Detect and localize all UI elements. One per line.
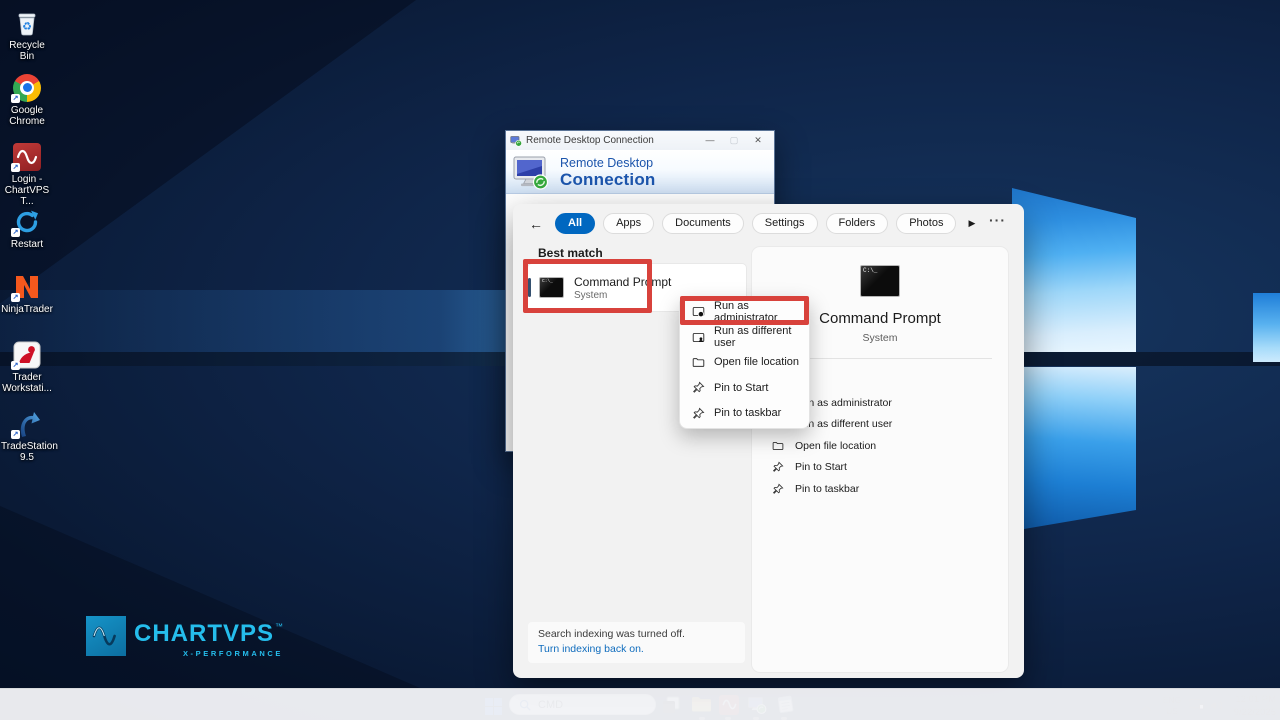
desktop-icon-label: Trader Workstati...: [1, 372, 53, 394]
shortcut-arrow-icon: ↗: [11, 228, 20, 237]
desktop-icon-trader-workstation[interactable]: ↗ Trader Workstati...: [1, 339, 53, 394]
desktop-icon-login-chartvps[interactable]: ↗ Login - ChartVPS T...: [1, 141, 53, 208]
rdc-header-banner: Remote Desktop Connection: [506, 150, 774, 194]
tab-apps[interactable]: Apps: [603, 213, 654, 234]
preview-action-pin-to-taskbar[interactable]: Pin to taskbar: [752, 478, 1008, 500]
shortcut-arrow-icon: ↗: [11, 361, 20, 370]
tab-photos[interactable]: Photos: [896, 213, 956, 234]
trader-workstation-icon: ↗: [11, 339, 43, 370]
preview-action-pin-to-start[interactable]: Pin to Start: [752, 457, 1008, 479]
maximize-icon[interactable]: ▢: [722, 131, 746, 150]
pin-icon: [692, 381, 705, 394]
desktop-icon-label: Restart: [1, 239, 53, 250]
desktop-icon-ninjatrader[interactable]: ↗ NinjaTrader: [1, 271, 53, 315]
tab-documents[interactable]: Documents: [662, 213, 744, 234]
context-menu-run-as-different-user[interactable]: Run as different user: [680, 324, 809, 349]
expand-tabs-icon[interactable]: ▶: [968, 218, 975, 229]
wallpaper-windows-logo-bottom-pane: [1012, 367, 1136, 531]
context-menu-pin-to-taskbar[interactable]: Pin to taskbar: [680, 401, 809, 426]
brand-subtitle: X-PERFORMANCE: [134, 649, 283, 658]
folder-icon: [692, 356, 705, 369]
shortcut-arrow-icon: ↗: [11, 94, 20, 103]
rdc-window-title: Remote Desktop Connection: [526, 135, 698, 146]
shortcut-arrow-icon: ↗: [11, 430, 20, 439]
annotation-box-run-as-administrator: [680, 296, 809, 325]
indexing-notice: Search indexing was turned off. Turn ind…: [528, 622, 745, 663]
best-match-header: Best match: [538, 246, 603, 260]
folder-icon: [772, 440, 784, 452]
desktop-icon-label: NinjaTrader: [1, 304, 53, 315]
desktop-icon-recycle-bin[interactable]: ♻ Recycle Bin: [1, 7, 53, 62]
indexing-message: Search indexing was turned off.: [538, 628, 735, 640]
pin-icon: [772, 461, 784, 473]
rdc-logo-icon: [512, 155, 552, 191]
desktop-icon-restart[interactable]: ↗ Restart: [1, 206, 53, 250]
desktop-icon-label: TradeStation 9.5: [1, 441, 53, 463]
context-menu-pin-to-start[interactable]: Pin to Start: [680, 375, 809, 400]
pin-icon: [772, 483, 784, 495]
rdc-title-bar[interactable]: Remote Desktop Connection — ▢ ✕: [506, 131, 774, 150]
desktop-icon-tradestation[interactable]: ↗ TradeStation 9.5: [1, 408, 53, 463]
back-arrow-icon[interactable]: ←: [529, 216, 543, 232]
desktop-icon-label: Login - ChartVPS T...: [1, 174, 53, 208]
search-filter-tabs: ← All Apps Documents Settings Folders Ph…: [529, 213, 984, 234]
desktop-icon-google-chrome[interactable]: ↗ Google Chrome: [1, 72, 53, 127]
context-menu-open-file-location[interactable]: Open file location: [680, 350, 809, 375]
more-options-icon[interactable]: ···: [989, 212, 1006, 228]
brand-trademark: ™: [275, 622, 283, 631]
desktop-screen: ♻ Recycle Bin ↗ Google Chrome ↗ Login - …: [0, 0, 1280, 720]
desktop-icon-label: Google Chrome: [1, 105, 53, 127]
minimize-icon[interactable]: —: [698, 131, 722, 150]
wallpaper-light-strip: [1253, 293, 1280, 362]
run-as-different-user-icon: [692, 331, 705, 344]
wallpaper-windows-logo-top-pane: [1012, 170, 1136, 352]
close-icon[interactable]: ✕: [746, 131, 770, 150]
annotation-box-best-match: [523, 259, 652, 313]
rdc-header-line1: Remote Desktop: [560, 157, 656, 170]
recycle-bin-icon: ♻: [11, 7, 43, 38]
rdc-header-line2: Connection: [560, 171, 656, 188]
taskbar: [0, 688, 1280, 720]
tab-folders[interactable]: Folders: [826, 213, 889, 234]
wallpaper-facet: [0, 0, 520, 330]
tab-settings[interactable]: Settings: [752, 213, 818, 234]
rdc-app-icon: [510, 135, 522, 147]
restart-icon: ↗: [11, 206, 43, 237]
desktop-icon-label: Recycle Bin: [1, 40, 53, 62]
chartvps-brand-logo: CHARTVPS™ X-PERFORMANCE: [86, 616, 283, 658]
shortcut-arrow-icon: ↗: [11, 163, 20, 172]
pin-icon: [692, 407, 705, 420]
preview-action-open-file-location[interactable]: Open file location: [752, 435, 1008, 457]
brand-name: CHARTVPS: [134, 622, 274, 646]
svg-text:♻: ♻: [22, 21, 32, 33]
chrome-icon: ↗: [11, 72, 43, 103]
tradestation-icon: ↗: [11, 408, 43, 439]
command-prompt-icon-large: C:\_: [860, 265, 900, 297]
chartvps-sine-icon: [86, 616, 126, 656]
chartvps-login-icon: ↗: [11, 141, 43, 172]
indexing-link[interactable]: Turn indexing back on.: [538, 643, 735, 655]
tab-all[interactable]: All: [555, 213, 595, 234]
shortcut-arrow-icon: ↗: [11, 293, 20, 302]
ninjatrader-icon: ↗: [11, 271, 43, 302]
